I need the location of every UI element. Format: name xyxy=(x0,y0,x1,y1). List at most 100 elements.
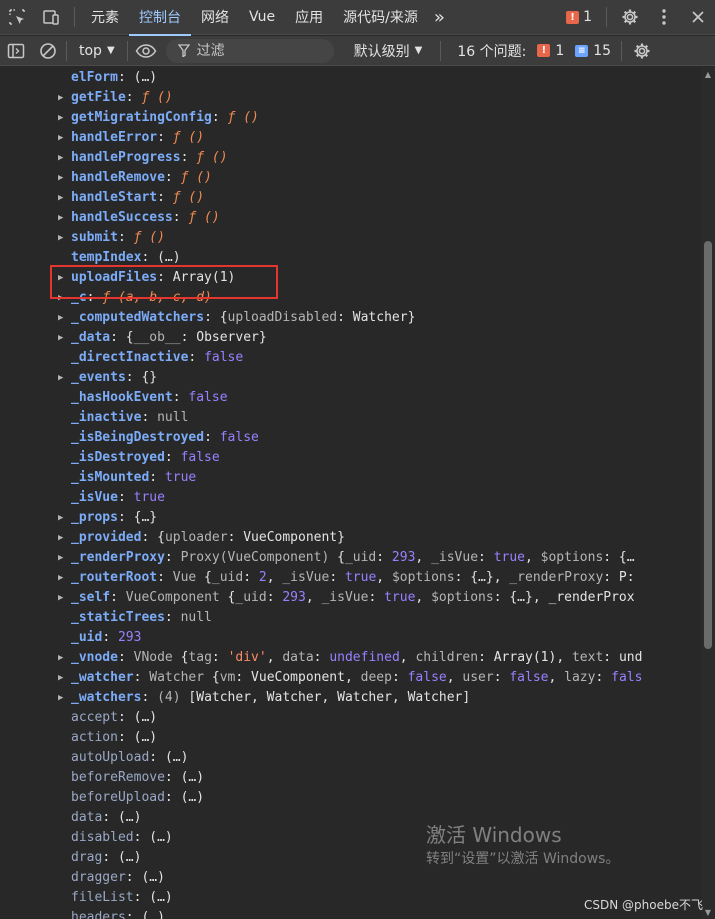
property-key: _hasHookEvent xyxy=(71,390,173,405)
tab-network[interactable]: 网络 xyxy=(191,0,239,35)
console-settings-gear-icon[interactable] xyxy=(626,36,658,66)
expand-arrow-icon[interactable]: ▶ xyxy=(58,508,68,528)
scroll-up-arrow-icon[interactable]: ▲ xyxy=(701,67,715,81)
property-value: VNode {tag: 'div', data: undefined, chil… xyxy=(133,650,643,665)
expand-arrow-icon[interactable]: ▶ xyxy=(58,208,68,228)
more-tabs-button[interactable]: » xyxy=(428,0,451,35)
property-key: _watchers xyxy=(71,690,142,705)
error-icon: ! xyxy=(537,44,551,57)
property-value: ƒ () xyxy=(196,150,228,165)
info-message-icon: ≡ xyxy=(575,44,589,57)
tab-vue[interactable]: Vue xyxy=(239,0,285,35)
inspect-element-icon[interactable] xyxy=(0,0,34,35)
property-key: _isBeingDestroyed xyxy=(71,430,205,445)
expand-arrow-icon[interactable]: ▶ xyxy=(58,128,68,148)
more-options-icon[interactable] xyxy=(647,0,681,35)
property-value[interactable]: (…) xyxy=(141,910,164,919)
expand-arrow-icon[interactable]: ▶ xyxy=(58,668,68,688)
property-value[interactable]: (…) xyxy=(118,850,141,865)
expand-arrow-icon[interactable]: ▶ xyxy=(58,688,68,708)
dropdown-arrow-icon: ▼ xyxy=(106,45,115,56)
property-value: true xyxy=(133,490,165,505)
property-key: _isVue xyxy=(71,490,118,505)
property-value: false xyxy=(188,390,228,405)
property-value[interactable]: (…) xyxy=(141,870,164,885)
close-icon[interactable] xyxy=(681,0,715,35)
vertical-scrollbar[interactable]: ▲ ▼ xyxy=(701,67,715,919)
expand-arrow-icon[interactable]: ▶ xyxy=(58,228,68,248)
tab-elements[interactable]: 元素 xyxy=(81,0,129,35)
expand-arrow-icon[interactable]: ▶ xyxy=(58,168,68,188)
settings-gear-icon[interactable] xyxy=(613,0,647,35)
property-value[interactable]: (…) xyxy=(157,250,180,265)
property-value[interactable]: (…) xyxy=(134,70,157,85)
expand-arrow-icon[interactable]: ▶ xyxy=(58,148,68,168)
issues-info-count: 15 xyxy=(593,42,612,59)
expand-arrow-icon[interactable]: ▶ xyxy=(58,548,68,568)
property-value: 293 xyxy=(117,630,142,645)
property-key: _staticTrees xyxy=(71,610,165,625)
property-value: ƒ () xyxy=(188,210,220,225)
expand-arrow-icon[interactable]: ▶ xyxy=(58,648,68,668)
property-value: {} xyxy=(141,370,158,385)
sidebar-toggle-icon[interactable] xyxy=(0,36,32,66)
expand-arrow-icon[interactable]: ▶ xyxy=(58,108,68,128)
property-key: drag xyxy=(71,850,103,865)
expand-arrow-icon[interactable]: ▶ xyxy=(58,188,68,208)
log-level-value: 默认级别 xyxy=(353,43,410,60)
activation-subtitle: 转到“设置”以激活 Windows。 xyxy=(426,851,620,867)
property-key: _self xyxy=(71,590,111,605)
property-key: beforeRemove xyxy=(71,770,165,785)
log-level-select[interactable]: 默认级别 ▼ xyxy=(346,41,431,61)
expand-arrow-icon[interactable]: ▶ xyxy=(58,88,68,108)
expand-arrow-icon[interactable]: ▶ xyxy=(58,308,68,328)
property-value: {uploader: VueComponent} xyxy=(157,530,345,545)
property-value: null xyxy=(180,610,212,625)
property-key: getFile xyxy=(71,90,126,105)
expand-arrow-icon[interactable]: ▶ xyxy=(58,528,68,548)
property-key: getMigratingConfig xyxy=(71,110,212,125)
property-value[interactable]: (…) xyxy=(134,730,157,745)
property-value[interactable]: (…) xyxy=(134,710,157,725)
property-value[interactable]: (…) xyxy=(181,790,204,805)
property-key: elForm xyxy=(71,70,118,85)
property-key: tempIndex xyxy=(71,250,142,265)
tab-sources[interactable]: 源代码/来源 xyxy=(333,0,428,35)
clear-console-icon[interactable] xyxy=(32,36,64,66)
console-output: elForm: (…) ▶ getFile: ƒ () ▶ getMigratingCo… xyxy=(0,67,701,919)
issues-counter[interactable]: 16 个问题: ! 1 ≡ 15 xyxy=(440,40,617,61)
context-select[interactable]: top ▼ xyxy=(69,43,125,59)
property-key: autoUpload xyxy=(71,750,150,765)
highlight-box xyxy=(50,265,278,299)
property-key: _watcher xyxy=(71,670,134,685)
property-value[interactable]: (…) xyxy=(165,750,188,765)
error-count-badge[interactable]: ! 1 xyxy=(558,9,600,25)
live-expression-eye-icon[interactable] xyxy=(130,36,162,66)
property-value: VueComponent {_uid: 293, _isVue: true, $… xyxy=(125,590,635,605)
property-value[interactable]: (…) xyxy=(181,770,204,785)
property-key: _props xyxy=(71,510,118,525)
context-value: top xyxy=(79,42,102,59)
property-value: Vue {_uid: 2, _isVue: true, $options: {…… xyxy=(172,570,635,585)
property-key: handleError xyxy=(71,130,158,145)
expand-arrow-icon[interactable]: ▶ xyxy=(58,568,68,588)
property-key: _events xyxy=(71,370,126,385)
filter-input[interactable] xyxy=(196,42,317,59)
scrollbar-thumb[interactable] xyxy=(704,241,712,649)
tab-console[interactable]: 控制台 xyxy=(129,0,191,36)
expand-arrow-icon[interactable]: ▶ xyxy=(58,588,68,608)
property-key: disabled xyxy=(71,830,134,845)
expand-arrow-icon[interactable]: ▶ xyxy=(58,368,68,388)
filter-box[interactable] xyxy=(165,38,334,63)
expand-arrow-icon[interactable]: ▶ xyxy=(58,328,68,348)
scroll-down-arrow-icon[interactable]: ▼ xyxy=(701,905,715,919)
tab-application[interactable]: 应用 xyxy=(285,0,333,35)
property-value[interactable]: (…) xyxy=(149,890,172,905)
property-key: data xyxy=(71,810,103,825)
property-key: _isDestroyed xyxy=(71,450,165,465)
property-value[interactable]: (…) xyxy=(149,830,172,845)
property-value: ƒ () xyxy=(141,90,173,105)
property-key: headers xyxy=(71,910,126,919)
device-toolbar-icon[interactable] xyxy=(34,0,68,35)
property-value[interactable]: (…) xyxy=(118,810,141,825)
